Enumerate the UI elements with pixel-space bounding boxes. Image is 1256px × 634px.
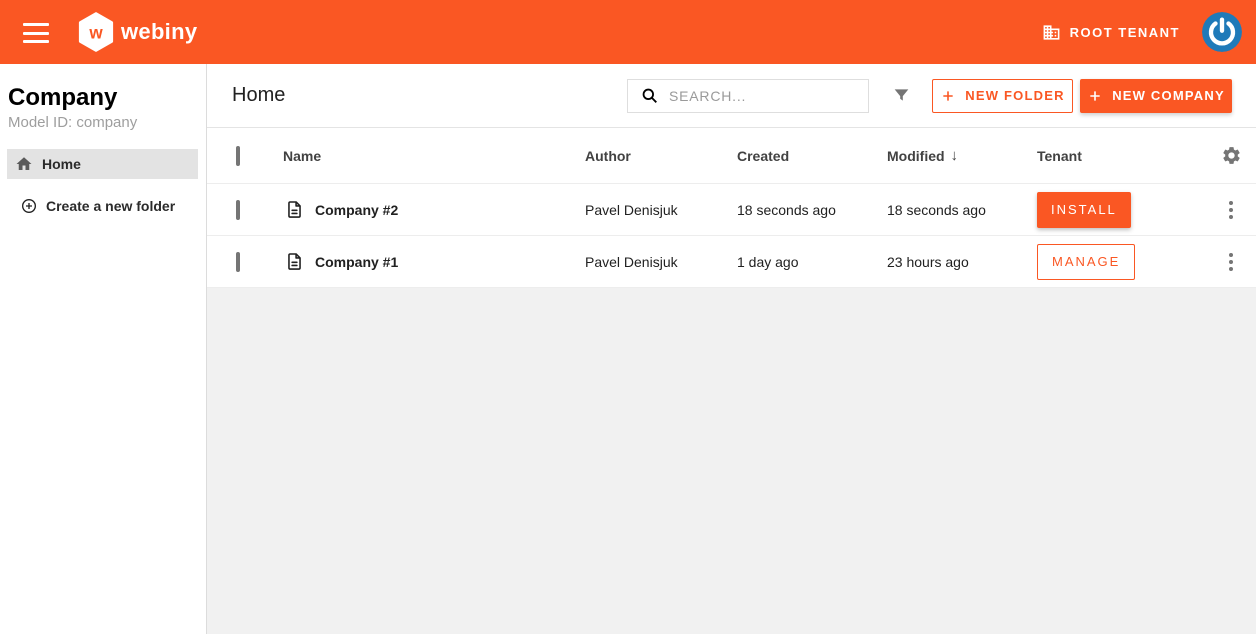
plus-icon: [1087, 88, 1103, 104]
sidebar: Company Model ID: company Home Create a …: [0, 64, 207, 634]
gear-icon[interactable]: [1221, 145, 1242, 166]
create-folder-button[interactable]: Create a new folder: [7, 191, 198, 221]
building-icon: [1042, 23, 1061, 42]
sidebar-item-home[interactable]: Home: [7, 149, 198, 179]
search-box: [627, 79, 869, 113]
sort-desc-icon: ↓: [951, 147, 959, 164]
page-title: Home: [232, 84, 285, 107]
house-icon: [15, 155, 33, 173]
root-tenant-label: ROOT TENANT: [1070, 25, 1180, 40]
circled-plus-icon: [21, 198, 37, 214]
plus-icon: [940, 88, 956, 104]
new-folder-button[interactable]: NEW FOLDER: [932, 79, 1073, 113]
top-app-bar: w webiny ROOT TENANT: [0, 0, 1256, 64]
search-icon: [640, 86, 659, 105]
user-avatar[interactable]: [1202, 12, 1242, 52]
power-avatar-icon: [1202, 12, 1242, 52]
table-header: Name Author Created Modified ↓ Tenant: [207, 128, 1256, 184]
svg-text:w: w: [88, 24, 103, 43]
row-checkbox[interactable]: [236, 252, 240, 272]
entry-name-link[interactable]: Company #2: [315, 202, 398, 218]
cell-author: Pavel Denisjuk: [585, 254, 737, 270]
kebab-menu-icon[interactable]: [1223, 247, 1239, 277]
empty-list-area: [207, 288, 1256, 634]
main-content: Home NEW FOLDER: [207, 64, 1256, 634]
folder-tree: Home Create a new folder: [0, 149, 206, 221]
new-company-button[interactable]: NEW COMPANY: [1080, 79, 1232, 113]
filter-icon[interactable]: [891, 85, 912, 106]
column-header-tenant: Tenant: [1037, 148, 1207, 164]
tenant-manage-button[interactable]: MANAGE: [1037, 244, 1135, 280]
column-header-name: Name: [283, 148, 585, 164]
row-checkbox[interactable]: [236, 200, 240, 220]
cell-created: 18 seconds ago: [737, 202, 887, 218]
model-title: Company: [8, 84, 206, 112]
document-icon: [285, 252, 304, 271]
table-row[interactable]: Company #2 Pavel Denisjuk 18 seconds ago…: [207, 184, 1256, 236]
list-toolbar: Home NEW FOLDER: [207, 64, 1256, 128]
table-row[interactable]: Company #1 Pavel Denisjuk 1 day ago 23 h…: [207, 236, 1256, 288]
webiny-wordmark: webiny: [121, 19, 197, 45]
tenant-install-button[interactable]: INSTALL: [1037, 192, 1131, 228]
kebab-menu-icon[interactable]: [1223, 195, 1239, 225]
search-input[interactable]: [669, 88, 858, 104]
cell-created: 1 day ago: [737, 254, 887, 270]
column-header-created: Created: [737, 148, 887, 164]
cell-author: Pavel Denisjuk: [585, 202, 737, 218]
entry-name-link[interactable]: Company #1: [315, 254, 398, 270]
column-header-modified[interactable]: Modified ↓: [887, 147, 1037, 164]
cell-modified: 23 hours ago: [887, 254, 1037, 270]
root-tenant-button[interactable]: ROOT TENANT: [1042, 23, 1180, 42]
column-header-author: Author: [585, 148, 737, 164]
select-all-checkbox[interactable]: [236, 146, 240, 166]
webiny-hexagon-icon: w: [78, 12, 114, 52]
create-folder-label: Create a new folder: [46, 198, 175, 214]
webiny-logo[interactable]: w webiny: [78, 12, 197, 52]
document-icon: [285, 200, 304, 219]
sidebar-item-label: Home: [42, 156, 81, 172]
model-id-label: Model ID: company: [8, 114, 206, 131]
menu-icon[interactable]: [23, 23, 49, 43]
cell-modified: 18 seconds ago: [887, 202, 1037, 218]
